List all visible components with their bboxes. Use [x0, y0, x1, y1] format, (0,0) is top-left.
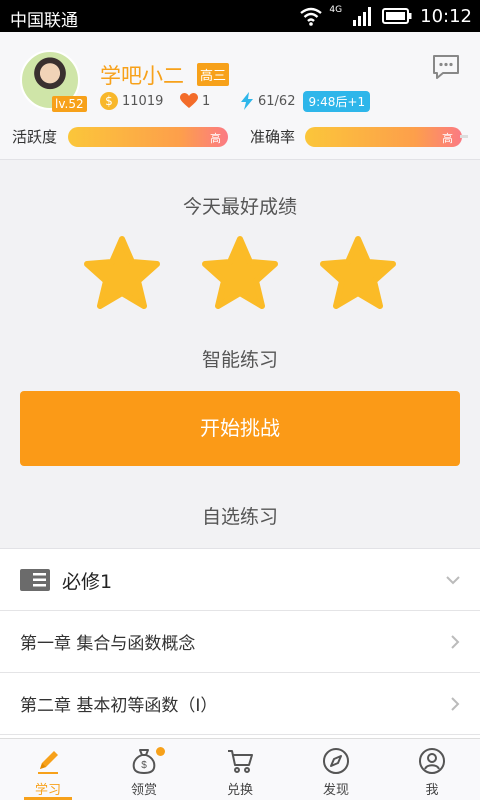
grade-badge[interactable]: 高三	[197, 63, 230, 86]
battery-icon	[382, 8, 412, 24]
chapter-item[interactable]: 第二章 基本初等函数（Ⅰ）	[0, 673, 480, 735]
activity-level: 高	[210, 132, 221, 145]
energy-timer-badge: 9:48后+1	[303, 90, 371, 112]
cart-icon	[228, 750, 253, 773]
tab-label: 学习	[34, 783, 61, 798]
accuracy-level: 高	[442, 132, 453, 145]
network-type: 4G	[329, 5, 343, 15]
svg-text:$: $	[141, 760, 147, 771]
course-list: 必修1 第一章 集合与函数概念 第二章 基本初等函数（Ⅰ）	[0, 548, 480, 738]
accuracy-label: 准确率	[250, 128, 296, 146]
smart-practice-title: 智能练习	[201, 349, 278, 371]
level-badge: lv.52	[52, 96, 87, 112]
person-icon	[419, 748, 445, 774]
signal-icon	[353, 7, 372, 26]
custom-practice-title: 自选练习	[201, 506, 278, 528]
star-icon	[202, 236, 278, 309]
hearts-stat: 1	[180, 90, 210, 112]
tab-me[interactable]: 我	[384, 739, 480, 800]
chapter-item[interactable]: 第一章 集合与函数概念	[0, 611, 480, 673]
heart-icon	[180, 93, 198, 108]
compass-icon	[323, 748, 349, 774]
course-name: 必修1	[62, 571, 113, 593]
best-score-title: 今天最好成绩	[182, 196, 297, 218]
accuracy-meter: 准确率 高	[250, 124, 470, 148]
course-header[interactable]: 必修1	[0, 549, 480, 611]
tab-label: 领赏	[130, 783, 157, 798]
activity-label: 活跃度	[12, 128, 58, 146]
coins-value: 11019	[122, 93, 164, 109]
activity-bar	[68, 127, 228, 147]
clock: 10:12	[420, 5, 472, 27]
coin-icon: $	[100, 92, 118, 110]
wifi-icon	[300, 7, 323, 26]
chevron-down-icon[interactable]	[444, 571, 462, 589]
energy-value: 61/62	[258, 93, 296, 109]
tab-study[interactable]: 学习	[0, 739, 96, 800]
accuracy-track	[460, 135, 468, 138]
tab-label: 发现	[322, 783, 349, 798]
pencil-icon	[38, 751, 58, 774]
hearts-value: 1	[202, 93, 211, 109]
tab-redeem[interactable]: 兑换	[192, 739, 288, 800]
message-icon[interactable]	[432, 54, 460, 80]
chapter-label: 第一章 集合与函数概念	[20, 634, 196, 654]
status-icons: 4G 10:12	[299, 4, 472, 28]
carrier-name: 中国联通	[10, 11, 78, 31]
tab-rewards[interactable]: $ 领赏	[96, 739, 192, 800]
coins-stat: $ 11019	[100, 90, 163, 112]
chapter-label: 第二章 基本初等函数（Ⅰ）	[20, 696, 218, 716]
energy-stat: 61/62 9:48后+1	[240, 90, 371, 112]
star-icon	[84, 236, 160, 309]
score-stars	[0, 234, 480, 314]
start-challenge-button[interactable]: 开始挑战	[20, 391, 460, 466]
user-stats: $ 11019 1 61/62 9:48后+1	[100, 90, 380, 112]
chevron-right-icon	[451, 635, 460, 649]
accuracy-bar	[305, 127, 462, 147]
tab-label: 我	[425, 783, 439, 798]
status-bar: 中国联通 4G 10:12	[0, 0, 480, 32]
activity-meter: 活跃度 高	[12, 124, 232, 148]
tab-discover[interactable]: 发现	[288, 739, 384, 800]
notification-dot	[156, 747, 165, 756]
bottom-tab-bar: 学习 $ 领赏 兑换 发现 我	[0, 738, 480, 800]
tab-label: 兑换	[226, 783, 253, 798]
money-bag-icon: $	[132, 749, 156, 775]
profile-header: lv.52 学吧小二 高三 $ 11019 1 61/62 9:48后+1 活跃…	[0, 32, 480, 160]
username: 学吧小二	[100, 64, 184, 88]
chevron-right-icon	[451, 697, 460, 711]
star-icon	[320, 236, 396, 309]
book-icon	[20, 569, 50, 591]
lightning-icon	[241, 92, 253, 110]
